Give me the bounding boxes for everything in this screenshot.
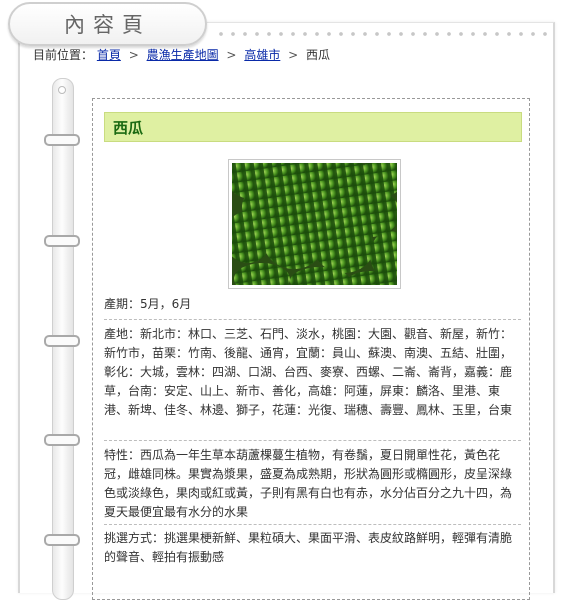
- product-title: 西瓜: [113, 119, 144, 137]
- breadcrumb-link-home[interactable]: 首頁: [97, 48, 121, 62]
- product-characteristics: 特性：西瓜為一年生草本葫蘆棵蔓生植物，有卷鬚，夏日開單性花，黃色花冠，雌雄同株。…: [104, 448, 513, 519]
- breadcrumb-current: 西瓜: [306, 48, 331, 62]
- product-photo: [228, 159, 401, 289]
- breadcrumb-link-kaohsiung[interactable]: 高雄市: [244, 48, 280, 62]
- section-divider: [104, 319, 521, 320]
- binder-ring-icon: [44, 134, 80, 146]
- header-tab-label: 內容頁: [64, 13, 151, 37]
- product-season: 產期：5月，6月: [104, 297, 192, 311]
- binder-ring-icon: [44, 235, 80, 247]
- binder-ring-icon: [44, 434, 80, 446]
- product-selection-tips: 挑選方式：挑選果梗新鮮、果粒碩大、果面平滑、表皮紋路鮮明，輕彈有清脆的聲音、輕拍…: [104, 531, 513, 564]
- decorative-dot-row: [215, 30, 550, 38]
- breadcrumb-separator: >: [128, 48, 139, 62]
- section-divider: [104, 440, 521, 441]
- product-origin: 產地：新北市：林口、三芝、石門、淡水，桃園：大園、觀音、新屋，新竹：新竹市，苗栗…: [104, 327, 513, 417]
- binder-ring-icon: [44, 335, 80, 347]
- breadcrumb-prefix: 目前位置：: [33, 48, 94, 62]
- watermelon-image: [232, 163, 397, 285]
- binder-spine-rivet: [58, 86, 66, 94]
- binder-ring-icon: [44, 534, 80, 546]
- page-header-tab: 內容頁: [8, 2, 207, 46]
- breadcrumb-separator: >: [288, 48, 299, 62]
- breadcrumb-separator: >: [226, 48, 237, 62]
- breadcrumb-link-production-map[interactable]: 農漁生產地圖: [147, 48, 219, 62]
- section-divider: [104, 524, 521, 525]
- breadcrumb: 目前位置： 首頁 > 農漁生產地圖 > 高雄市 > 西瓜: [33, 46, 330, 63]
- product-title-bar: 西瓜: [104, 112, 522, 142]
